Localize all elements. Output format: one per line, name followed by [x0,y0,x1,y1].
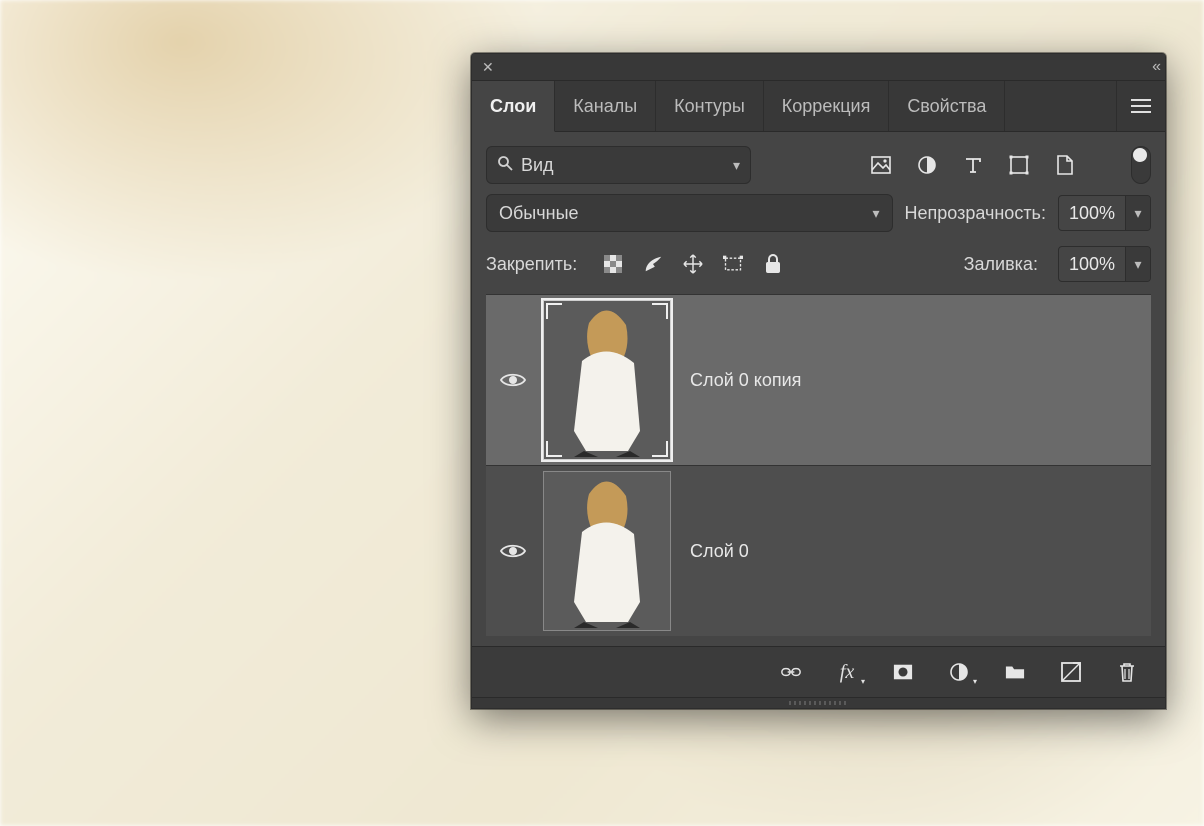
lock-label: Закрепить: [486,254,577,275]
panel-titlebar: ✕ « [472,54,1165,81]
fill-value: 100% [1059,254,1125,275]
toggle-knob [1133,148,1147,162]
filter-icon-row [871,155,1075,175]
tab-adjustments[interactable]: Коррекция [764,81,890,131]
lock-all-icon[interactable] [763,254,783,274]
adjustment-layer-icon[interactable]: ▾ [949,662,969,682]
group-icon[interactable] [1005,662,1025,682]
filter-smartobject-icon[interactable] [1055,155,1075,175]
layer-row[interactable]: Слой 0 [486,465,1151,636]
chevron-down-icon: ▾ [873,205,880,222]
lock-artboard-icon[interactable] [723,254,743,274]
lock-transparency-icon[interactable] [603,254,623,274]
filter-row: Вид ▾ [472,132,1165,194]
opacity-dropdown[interactable]: ▾ [1125,196,1150,230]
layer-thumbnail[interactable] [543,471,671,631]
search-icon [497,155,513,176]
fill-dropdown[interactable]: ▾ [1125,247,1150,281]
layer-thumbnail[interactable] [543,300,671,460]
blend-mode-value: Обычные [499,203,873,224]
panel-menu-icon[interactable] [1116,81,1165,131]
layer-filter-select[interactable]: Вид ▾ [486,146,751,184]
tab-properties[interactable]: Свойства [889,81,1005,131]
lock-position-icon[interactable] [683,254,703,274]
opacity-label: Непрозрачность: [905,203,1046,224]
lock-icons [603,254,783,274]
tab-paths[interactable]: Контуры [656,81,764,131]
filter-pixel-icon[interactable] [871,155,891,175]
link-layers-icon[interactable] [781,662,801,682]
visibility-toggle[interactable] [486,371,540,389]
layer-name[interactable]: Слой 0 копия [674,370,801,391]
opacity-value: 100% [1059,203,1125,224]
delete-layer-icon[interactable] [1117,662,1137,682]
tab-channels[interactable]: Каналы [555,81,656,131]
layer-list: Слой 0 копия Слой 0 [472,294,1165,638]
fill-label: Заливка: [964,254,1038,275]
layer-mask-icon[interactable] [893,662,913,682]
filter-type-icon[interactable] [963,155,983,175]
chevron-down-icon: ▾ [733,157,740,174]
blend-mode-select[interactable]: Обычные ▾ [486,194,893,232]
filter-label: Вид [521,155,733,176]
resize-grip[interactable] [472,697,1165,708]
layer-style-icon[interactable]: fx▾ [837,662,857,682]
opacity-field[interactable]: 100% ▾ [1058,195,1151,231]
close-icon[interactable]: ✕ [482,59,494,76]
filter-toggle[interactable] [1131,146,1151,184]
layer-row[interactable]: Слой 0 копия [486,294,1151,465]
visibility-toggle[interactable] [486,542,540,560]
tab-layers[interactable]: Слои [472,81,555,132]
panel-bottom-bar: fx▾ ▾ [472,646,1165,697]
filter-adjustment-icon[interactable] [917,155,937,175]
lock-image-icon[interactable] [643,254,663,274]
collapse-icon[interactable]: « [1152,58,1155,76]
fill-field[interactable]: 100% ▾ [1058,246,1151,282]
blend-row: Обычные ▾ Непрозрачность: 100% ▾ [472,194,1165,242]
panel-tabs: Слои Каналы Контуры Коррекция Свойства [472,81,1165,132]
layer-name[interactable]: Слой 0 [674,541,749,562]
new-layer-icon[interactable] [1061,662,1081,682]
layers-panel: ✕ « Слои Каналы Контуры Коррекция Свойст… [471,53,1166,709]
filter-shape-icon[interactable] [1009,155,1029,175]
lock-row: Закрепить: За [472,242,1165,294]
